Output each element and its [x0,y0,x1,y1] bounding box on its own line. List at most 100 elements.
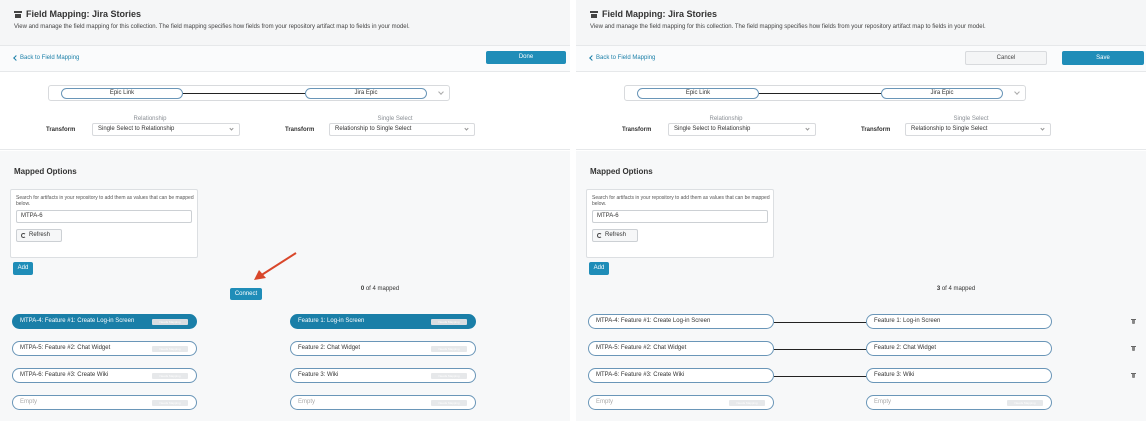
cancel-button[interactable]: Cancel [965,51,1047,65]
field-link-box: Epic Link Jira Epic [624,85,1026,101]
target-field-pill[interactable]: Jira Epic [881,88,1003,99]
search-help-text: Search for artifacts in your repository … [592,195,770,207]
refresh-button[interactable]: Refresh [592,229,638,242]
mapped-count: 3 of 4 mapped [916,286,996,292]
page-title: Field Mapping: Jira Stories [14,9,141,19]
target-option-2[interactable]: Feature 2: Chat Widget [866,341,1052,356]
chevron-left-icon [13,55,19,61]
refresh-button-label: Refresh [29,232,51,238]
needs-mapping-badge: Needs Mapping [152,373,188,379]
archive-icon [590,10,598,18]
target-option-label: Feature 2: Chat Widget [874,345,937,351]
source-option-3[interactable]: MTPA-6: Feature #3: Create Wiki [588,368,774,383]
transform-select-right-value: Relationship to Single Select [335,126,412,132]
relationship-label: Relationship [709,116,743,122]
source-option-2[interactable]: MTPA-5: Feature #2: Chat Widget Needs Ma… [12,341,197,356]
transform-select-right[interactable]: Relationship to Single Select [329,123,475,136]
source-option-1[interactable]: MTPA-4: Feature #1: Create Log-in Screen… [12,314,197,329]
left-panel: Field Mapping: Jira Stories View and man… [0,0,570,421]
single-select-label: Single Select [953,116,989,122]
mapped-count-number: 3 [936,286,941,292]
done-button[interactable]: Done [486,51,566,64]
save-button[interactable]: Save [1062,51,1144,65]
target-option-3[interactable]: Feature 3: Wiki [866,368,1052,383]
add-button[interactable]: Add [13,262,33,275]
source-option-label: Empty [20,399,38,405]
refresh-icon [597,233,602,238]
field-connector-line [183,93,305,94]
delete-mapping-icon[interactable] [1130,318,1137,325]
artifact-search-input[interactable]: MTPA-6 [16,210,192,223]
back-to-field-mapping-link[interactable]: Back to Field Mapping [589,55,656,61]
search-help-text: Search for artifacts in your repository … [16,195,194,207]
needs-mapping-badge: Needs Mapping [152,346,188,352]
transform-label-right: Transform [285,127,315,133]
target-option-3[interactable]: Feature 3: Wiki Needs Mapping [290,368,476,383]
field-mapping-area: Epic Link Jira Epic Relationship Single … [576,72,1146,150]
source-field-pill[interactable]: Epic Link [61,88,183,99]
back-link-label: Back to Field Mapping [596,55,656,61]
source-option-label: MTPA-5: Feature #2: Chat Widget [20,345,111,351]
target-option-label: Feature 2: Chat Widget [298,345,361,351]
target-option-label: Empty [874,399,892,405]
chevron-down-icon [1040,126,1045,131]
mapped-options-section: Mapped Options Search for artifacts in y… [0,151,570,421]
mapping-connector-1 [774,322,866,323]
target-option-4[interactable]: Empty Needs Mapping [866,395,1052,410]
back-to-field-mapping-link[interactable]: Back to Field Mapping [13,55,79,61]
mapping-connector-3 [774,376,866,377]
transform-select-right[interactable]: Relationship to Single Select [905,123,1051,136]
connect-button[interactable]: Connect [230,288,262,300]
needs-mapping-badge: Needs Mapping [1007,400,1043,406]
artifact-search-input[interactable]: MTPA-6 [592,210,768,223]
source-field-pill[interactable]: Epic Link [637,88,759,99]
mapped-options-title: Mapped Options [14,167,77,176]
transform-label-left: Transform [46,127,76,133]
right-panel: Field Mapping: Jira Stories View and man… [576,0,1146,421]
needs-mapping-badge: Needs Mapping [729,400,765,406]
target-option-2[interactable]: Feature 2: Chat Widget Needs Mapping [290,341,476,356]
annotation-arrow-icon [254,252,297,280]
add-button[interactable]: Add [589,262,609,275]
needs-mapping-badge: Needs Mapping [152,400,188,406]
refresh-button[interactable]: Refresh [16,229,62,242]
transform-select-left-value: Single Select to Relationship [98,126,175,132]
target-option-4[interactable]: Empty Needs Mapping [290,395,476,410]
target-field-pill[interactable]: Jira Epic [305,88,427,99]
needs-mapping-badge: Needs Mapping [431,400,467,406]
source-option-3[interactable]: MTPA-6: Feature #3: Create Wiki Needs Ma… [12,368,197,383]
toolbar: Back to Field Mapping Done [0,46,570,72]
source-option-label: MTPA-4: Feature #1: Create Log-in Screen [596,318,711,324]
target-option-1[interactable]: Feature 1: Log-in Screen Needs Mapping [290,314,476,329]
source-option-label: Empty [596,399,614,405]
source-option-2[interactable]: MTPA-5: Feature #2: Chat Widget [588,341,774,356]
mapped-options-title: Mapped Options [590,167,653,176]
chevron-down-icon [229,126,234,131]
mapped-count-suffix: of 4 mapped [365,286,400,292]
field-mapping-area: Epic Link Jira Epic Relationship Single … [0,72,570,150]
source-option-4[interactable]: Empty Needs Mapping [12,395,197,410]
chevron-down-icon[interactable] [1014,89,1020,95]
needs-mapping-badge: Needs Mapping [152,319,188,325]
single-select-label: Single Select [377,116,413,122]
chevron-down-icon[interactable] [438,89,444,95]
page-description: View and manage the field mapping for th… [14,24,410,30]
transform-label-right: Transform [861,127,891,133]
transform-label-left: Transform [622,127,652,133]
page-title-text: Field Mapping: Jira Stories [602,9,718,19]
source-option-4[interactable]: Empty Needs Mapping [588,395,774,410]
target-option-label: Feature 3: Wiki [298,372,339,378]
transform-select-left[interactable]: Single Select to Relationship [668,123,816,136]
delete-mapping-icon[interactable] [1130,372,1137,379]
target-option-label: Feature 3: Wiki [874,372,915,378]
source-option-1[interactable]: MTPA-4: Feature #1: Create Log-in Screen [588,314,774,329]
transform-select-left[interactable]: Single Select to Relationship [92,123,240,136]
delete-mapping-icon[interactable] [1130,345,1137,352]
target-option-label: Empty [298,399,316,405]
toolbar: Back to Field Mapping Cancel Save [576,46,1146,72]
transform-select-left-value: Single Select to Relationship [674,126,751,132]
target-option-1[interactable]: Feature 1: Log-in Screen [866,314,1052,329]
chevron-down-icon [805,126,810,131]
chevron-down-icon [464,126,469,131]
page-description: View and manage the field mapping for th… [590,24,986,30]
